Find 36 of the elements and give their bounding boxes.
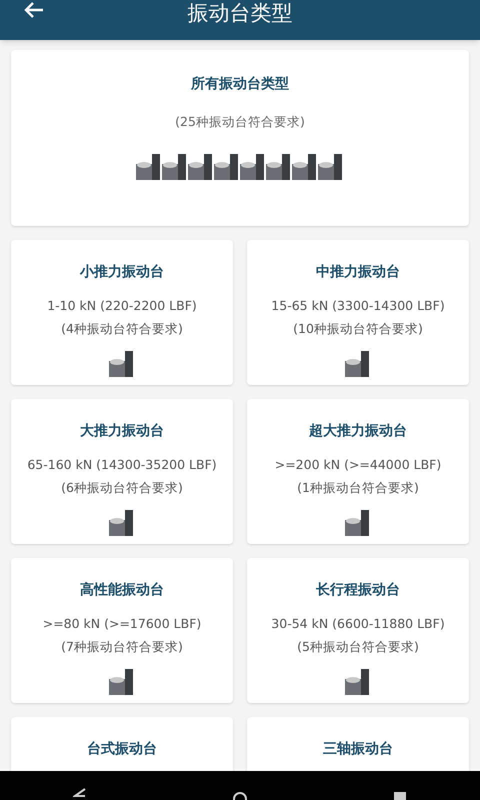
back-icon[interactable]	[73, 788, 87, 800]
card-subtitle: (6种振动台符合要求)	[61, 478, 183, 497]
thrust-range: >=200 kN (>=44000 LBF)	[274, 456, 442, 474]
card-title: 三轴振动台	[323, 740, 393, 759]
card-subtitle: (1种振动台符合要求)	[297, 478, 419, 497]
card[interactable]: 所有振动台类型 (25种振动台符合要求)	[11, 50, 469, 226]
card-title: 长行程振动台	[316, 581, 400, 600]
card[interactable]: 小推力振动台 1-10 kN (220-2200 LBF) (4种振动台符合要求)	[11, 240, 233, 385]
card[interactable]: 台式振动台	[11, 717, 233, 771]
thrust-range: 30-54 kN (6600-11880 LBF)	[271, 615, 445, 633]
thrust-range: 15-65 kN (3300-14300 LBF)	[271, 297, 445, 315]
card-title: 所有振动台类型	[191, 75, 289, 94]
thrust-range: >=80 kN (>=17600 LBF)	[42, 615, 202, 633]
card[interactable]: 高性能振动台 >=80 kN (>=17600 LBF) (7种振动台符合要求)	[11, 558, 233, 703]
card-title: 高性能振动台	[80, 580, 164, 600]
card[interactable]: 三轴振动台	[247, 717, 469, 771]
card[interactable]: 大推力振动台 65-160 kN (14300-35200 LBF) (6种振动台符合要求)	[11, 399, 233, 544]
card[interactable]: 超大推力振动台 >=200 kN (>=44000 LBF) (1种振动台符合要求)	[247, 399, 469, 544]
card-title: 超大推力振动台	[309, 422, 407, 441]
card[interactable]: 中推力振动台 15-65 kN (3300-14300 LBF) (10种振动台符合要求)	[247, 240, 469, 385]
card-subtitle: (4种振动台符合要求)	[61, 320, 183, 338]
card-title: 台式振动台	[87, 740, 157, 759]
card-subtitle: (25种振动台符合要求)	[175, 113, 305, 131]
home-icon[interactable]	[233, 790, 247, 800]
thrust-range: 65-160 kN (14300-35200 LBF)	[27, 456, 217, 474]
card-title: 中推力振动台	[316, 263, 400, 282]
back-icon[interactable]	[24, 2, 44, 18]
screen-title: 振动台类型	[188, 2, 292, 24]
card-subtitle: (10种振动台符合要求)	[293, 320, 423, 338]
thrust-range: 1-10 kN (220-2200 LBF)	[47, 297, 197, 315]
card-title: 大推力振动台	[80, 422, 164, 441]
card-title: 小推力振动台	[80, 263, 164, 282]
card-subtitle: (7种振动台符合要求)	[61, 638, 183, 656]
card[interactable]: 长行程振动台 30-54 kN (6600-11880 LBF) (5种振动台符合要求)	[247, 558, 469, 703]
card-subtitle: (5种振动台符合要求)	[297, 638, 419, 656]
recents-icon[interactable]	[393, 790, 407, 800]
